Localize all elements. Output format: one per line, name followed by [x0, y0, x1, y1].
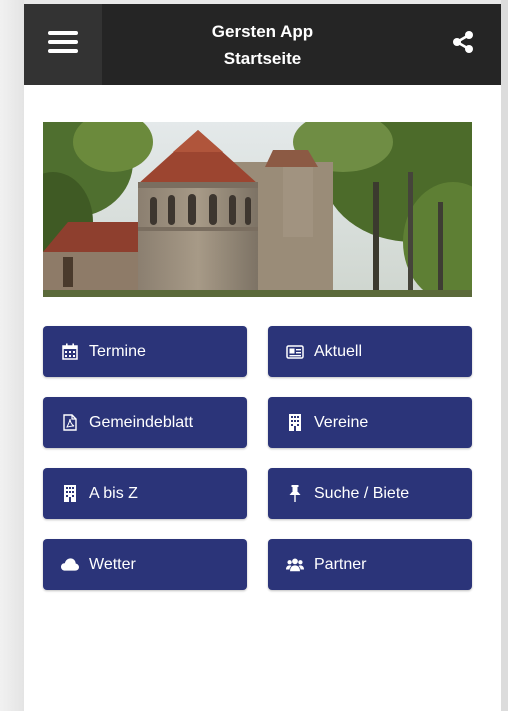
aktuell-label: Aktuell: [314, 342, 363, 360]
suche-biete-label: Suche / Biete: [314, 484, 410, 502]
share-icon: [451, 30, 475, 59]
page-title: Gersten App Startseite: [124, 18, 401, 72]
background-left: [0, 0, 24, 711]
wetter-label: Wetter: [89, 555, 136, 573]
wetter-button[interactable]: Wetter: [43, 539, 247, 590]
partner-button[interactable]: Partner: [268, 539, 472, 590]
aktuell-button[interactable]: Aktuell: [268, 326, 472, 377]
background-right: [501, 0, 508, 711]
vereine-label: Vereine: [314, 413, 369, 431]
building-icon: [61, 485, 79, 503]
app-name: Gersten App: [211, 22, 314, 41]
newspaper-icon: [286, 343, 304, 361]
partner-label: Partner: [314, 555, 367, 573]
pin-icon: [286, 485, 304, 503]
suche-biete-button[interactable]: Suche / Biete: [268, 468, 472, 519]
share-button[interactable]: [445, 26, 481, 62]
gemeindeblatt-button[interactable]: Gemeindeblatt: [43, 397, 247, 448]
hero-image-church: [43, 122, 472, 297]
vereine-button[interactable]: Vereine: [268, 397, 472, 448]
calendar-icon: [61, 343, 79, 361]
a-bis-z-label: A bis Z: [89, 484, 138, 502]
users-icon: [286, 556, 304, 574]
hamburger-menu-icon: [48, 30, 78, 59]
building-icon: [286, 414, 304, 432]
app-header: Gersten App Startseite: [24, 4, 501, 85]
pdf-file-icon: [61, 414, 79, 432]
church-illustration: [43, 122, 472, 297]
a-bis-z-button[interactable]: A bis Z: [43, 468, 247, 519]
page-name: Startseite: [223, 49, 302, 68]
termine-label: Termine: [89, 342, 146, 360]
app-screen: Gersten App Startseite Termine Aktuell G…: [24, 4, 501, 711]
gemeindeblatt-label: Gemeindeblatt: [89, 413, 194, 431]
menu-button[interactable]: [24, 4, 102, 85]
cloud-icon: [61, 556, 79, 574]
termine-button[interactable]: Termine: [43, 326, 247, 377]
